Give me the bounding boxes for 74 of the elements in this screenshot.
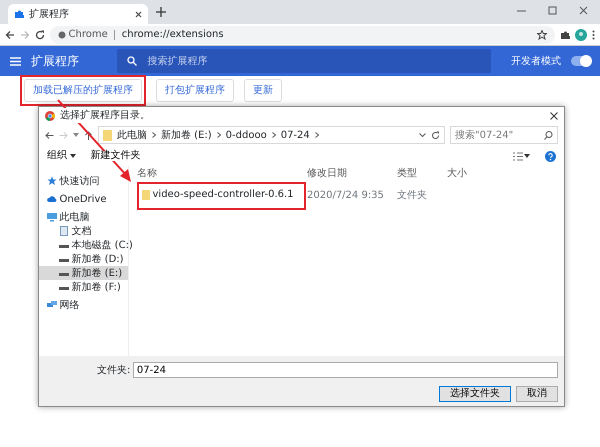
file-name-cell[interactable]: video-speed-controller-0.6.1 xyxy=(142,187,294,202)
back-icon[interactable] xyxy=(5,30,15,40)
toolbar-button[interactable]: 加载已解压的扩展程序 xyxy=(24,78,142,102)
table-cell-text: 2020/7/24 9:35 xyxy=(307,189,385,204)
network-icon xyxy=(47,300,57,310)
sidebar-item[interactable]: 此电脑 xyxy=(39,210,128,224)
menu-icon[interactable] xyxy=(10,56,21,66)
path-segment[interactable]: 此电脑 xyxy=(117,128,147,142)
avatar-icon[interactable] xyxy=(575,28,587,40)
column-header[interactable]: 大小 xyxy=(447,166,507,180)
close-icon[interactable] xyxy=(579,6,588,15)
column-header[interactable]: 修改日期 xyxy=(307,166,397,180)
scheme-label: Chrome xyxy=(68,28,108,42)
caret-icon xyxy=(70,154,76,158)
chevron-icon[interactable] xyxy=(152,132,156,138)
sidebar-item[interactable]: 文档 xyxy=(39,224,128,238)
url-text: chrome://extensions xyxy=(122,28,224,42)
folder-input[interactable]: 07-24 xyxy=(132,362,558,378)
caret-icon[interactable] xyxy=(524,154,530,158)
chevron-icon[interactable] xyxy=(216,132,221,138)
dialog-button[interactable]: 取消 xyxy=(516,386,558,402)
sidebar-item[interactable]: 网络 xyxy=(39,298,128,312)
sidebar-item[interactable]: 新加卷 (F:) xyxy=(39,280,128,294)
search-field[interactable]: 搜索"07-24" xyxy=(450,126,558,144)
menu-icon[interactable] xyxy=(592,30,595,40)
new-tab-icon[interactable] xyxy=(156,7,166,17)
search-icon xyxy=(127,56,138,66)
search-field[interactable]: 搜索扩展程序 xyxy=(117,49,491,73)
dev-mode-label: 开发者模式 xyxy=(510,54,561,68)
document-icon xyxy=(59,226,69,236)
bookmark-star-icon[interactable] xyxy=(537,30,547,40)
close-icon[interactable] xyxy=(550,112,558,120)
toolbar-button[interactable]: 打包扩展程序 xyxy=(156,78,234,102)
path-segment[interactable]: 07-24 xyxy=(280,128,310,142)
column-header[interactable]: 类型 xyxy=(397,166,447,180)
puzzle-icon[interactable] xyxy=(560,30,570,40)
puzzle-icon xyxy=(14,9,24,19)
sidebar-item[interactable]: OneDrive xyxy=(39,192,128,206)
back-icon[interactable] xyxy=(45,130,54,140)
browser-tab[interactable]: 扩展程序 xyxy=(8,4,148,24)
address-bar[interactable]: Chrome chrome://extensions xyxy=(50,26,555,44)
path-segment[interactable]: 新加卷 (E:) xyxy=(161,128,212,142)
sidebar-item[interactable]: 新加卷 (D:) xyxy=(39,252,128,266)
search-icon xyxy=(544,130,553,140)
secure-icon xyxy=(58,30,66,38)
chevron-icon[interactable] xyxy=(272,132,276,138)
folder-icon xyxy=(103,130,112,140)
column-header[interactable]: 名称 xyxy=(137,166,307,180)
refresh-icon[interactable] xyxy=(431,130,440,140)
path-bar[interactable]: 此电脑 新加卷 (E:) 0-ddooo 07-24 xyxy=(98,126,445,144)
chevron-down-icon[interactable] xyxy=(419,133,426,137)
view-options-icon[interactable] xyxy=(513,152,523,160)
help-icon[interactable] xyxy=(545,150,556,162)
reload-icon[interactable] xyxy=(35,30,45,40)
close-icon[interactable] xyxy=(135,10,142,18)
command-button[interactable]: 新建文件夹 xyxy=(90,151,140,161)
command-button[interactable]: 组织 xyxy=(47,151,76,161)
folder-icon xyxy=(142,190,150,200)
sidebar-item[interactable]: 新加卷 (E:) xyxy=(39,266,128,280)
toolbar-button[interactable]: 更新 xyxy=(244,78,282,102)
chrome-logo-icon xyxy=(45,110,55,120)
computer-icon xyxy=(47,212,57,222)
dialog-button[interactable]: 选择文件夹 xyxy=(439,386,511,402)
cloud-icon xyxy=(47,194,57,204)
folder-label: 文件夹: xyxy=(97,364,130,378)
maximize-icon[interactable] xyxy=(548,6,557,15)
dev-mode-toggle[interactable] xyxy=(570,56,590,66)
chevron-icon[interactable] xyxy=(314,132,319,138)
up-icon[interactable] xyxy=(84,130,93,140)
star-icon xyxy=(47,176,57,186)
path-segment[interactable]: 0-ddooo xyxy=(226,128,267,142)
table-cell-text: 文件夹 xyxy=(397,188,428,204)
sidebar-item[interactable]: 快速访问 xyxy=(39,174,128,188)
page-title: 扩展程序 xyxy=(31,53,80,70)
